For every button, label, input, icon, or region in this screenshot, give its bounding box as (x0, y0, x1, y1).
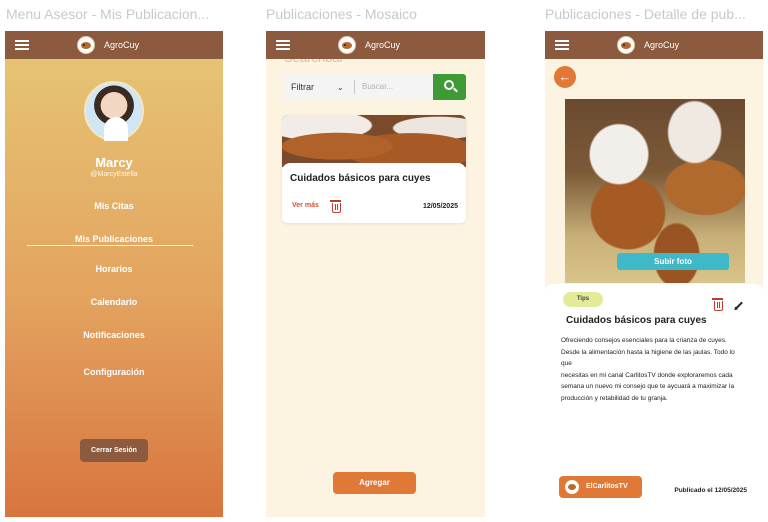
brand-name: AgroCuy (365, 40, 401, 50)
trash-icon[interactable] (330, 200, 341, 213)
brand-name: AgroCuy (104, 40, 140, 50)
avatar[interactable] (84, 81, 144, 141)
detail-card: Tips Cuidados básicos para cuyes Ofrecie… (545, 284, 763, 517)
back-button[interactable]: ← (554, 66, 576, 88)
menu-item-configuracion[interactable]: Configuración (5, 367, 223, 377)
search-button[interactable] (433, 74, 466, 100)
search-input[interactable]: Buscar... (362, 82, 393, 91)
publication-card[interactable]: Cuidados básicos para cuyes Ver más 12/0… (282, 115, 466, 223)
detail-description: Ofreciendo consejos esenciales para la c… (561, 335, 757, 404)
search-icon-handle (453, 87, 458, 93)
description-line: semana un nuevo mi consejo que te aycuar… (561, 383, 735, 390)
avatar-icon (565, 480, 579, 494)
active-indicator (27, 245, 193, 246)
menu-screen: AgroCuy Marcy @MarcyEstella Mis Citas Mi… (5, 31, 223, 517)
detail-screen: AgroCuy ← Subir foto Tips Cuidados básic… (545, 31, 763, 517)
description-line: Ofreciendo consejos esenciales para la c… (561, 337, 727, 344)
menu-item-mis-citas[interactable]: Mis Citas (5, 201, 223, 211)
publication-photo: Subir foto (565, 99, 745, 283)
card-title: Cuidados básicos para cuyes (290, 173, 431, 184)
upload-photo-button[interactable]: Subir foto (617, 253, 729, 270)
description-line: producción y retabilidad de tu granja. (561, 394, 668, 402)
menu-item-mis-publicaciones[interactable]: Mis Publicaciones (5, 234, 223, 244)
user-name: Marcy (95, 155, 133, 170)
see-more-link[interactable]: Ver más (292, 202, 319, 209)
trash-icon[interactable] (712, 298, 723, 311)
card-image (282, 115, 466, 167)
category-tag: Tips (563, 292, 603, 307)
top-bar: AgroCuy (545, 31, 763, 59)
frame-title-mosaic: Publicaciones - Mosaico (266, 6, 417, 22)
hamburger-icon[interactable] (276, 40, 290, 50)
top-bar: AgroCuy (266, 31, 485, 59)
logout-button[interactable]: Cerrar Sesión (80, 439, 148, 462)
menu-item-calendario[interactable]: Calendario (5, 297, 223, 307)
mosaic-screen: Searchbar AgroCuy Filtrar ⌄ Buscar... Cu… (266, 31, 485, 517)
hamburger-icon[interactable] (15, 40, 29, 50)
frame-title-detail: Publicaciones - Detalle de pub... (545, 6, 746, 22)
brand-name: AgroCuy (644, 40, 680, 50)
author-button[interactable]: ElCarlitosTV (559, 476, 642, 498)
detail-title: Cuidados básicos para cuyes (566, 315, 707, 326)
logo-icon (77, 36, 95, 54)
logo-icon (338, 36, 356, 54)
logo-icon (617, 36, 635, 54)
description-line: Desde la alimentación hasta la higiene d… (561, 348, 735, 356)
description-line: necesitas en mi canal CarlitosTV donde e… (561, 371, 733, 379)
card-date: 12/05/2025 (422, 203, 458, 210)
frame-title-menu: Menu Asesor - Mis Publicacion... (6, 6, 210, 22)
divider (354, 80, 355, 94)
card-body: Cuidados básicos para cuyes Ver más 12/0… (282, 163, 466, 223)
author-name: ElCarlitosTV (586, 483, 628, 490)
description-line: que (561, 360, 572, 367)
chevron-down-icon[interactable]: ⌄ (337, 83, 344, 92)
search-bar: Filtrar ⌄ Buscar... (284, 74, 466, 100)
filter-dropdown[interactable]: Filtrar (291, 82, 314, 92)
menu-item-notificaciones[interactable]: Notificaciones (5, 330, 223, 340)
top-bar: AgroCuy (5, 31, 223, 59)
published-date: Publicado el 12/05/2025 (674, 487, 747, 494)
add-button[interactable]: Agregar (333, 472, 416, 494)
menu-item-horarios[interactable]: Horarios (5, 264, 223, 274)
hamburger-icon[interactable] (555, 40, 569, 50)
user-handle: @MarcyEstella (90, 171, 138, 178)
arrow-left-icon: ← (558, 69, 572, 84)
pencil-icon[interactable] (735, 301, 743, 310)
